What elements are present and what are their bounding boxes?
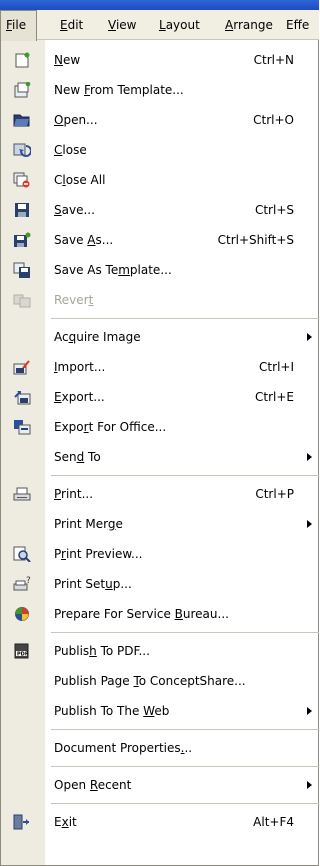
menu-item-document-properties[interactable]: Document Properties... <box>1 733 320 763</box>
menu-item-print-merge[interactable]: Print Merge <box>1 509 320 539</box>
import-icon <box>13 359 31 375</box>
menu-item-label: Print Merge <box>54 517 123 531</box>
service-bureau-icon <box>13 606 31 622</box>
menu-item-label: Save... <box>54 203 95 217</box>
menu-item-open[interactable]: Open... Ctrl+O <box>1 105 320 135</box>
menu-layout[interactable]: Layout <box>154 10 205 40</box>
menu-item-publish-to-pdf[interactable]: PDF Publish To PDF... <box>1 636 320 666</box>
menu-item-print[interactable]: Print... Ctrl+P <box>1 479 320 509</box>
menu-item-label: Import... <box>54 360 106 374</box>
menu-separator <box>51 766 319 767</box>
menu-item-label: New <box>54 53 81 67</box>
menu-item-label: Revert <box>54 293 94 307</box>
menu-item-acquire-image[interactable]: Acquire Image <box>1 322 320 352</box>
save-disk-icon <box>13 202 31 218</box>
menu-item-shortcut: Ctrl+O <box>253 113 294 127</box>
menu-separator <box>51 803 319 804</box>
save-as-template-icon <box>13 262 31 278</box>
submenu-arrow-icon <box>307 333 312 341</box>
menu-edit[interactable]: Edit <box>55 10 88 40</box>
file-menu-dropdown: New Ctrl+N New From Template... Open... Ctrl… <box>0 40 319 866</box>
printer-icon <box>13 486 31 502</box>
new-from-template-icon <box>13 81 31 98</box>
submenu-arrow-icon <box>307 707 312 715</box>
menu-item-label: Document Properties... <box>54 741 193 755</box>
menu-item-label: Print... <box>54 487 94 501</box>
menu-view[interactable]: View <box>103 10 141 40</box>
menu-item-send-to[interactable]: Send To <box>1 442 320 472</box>
svg-text:PDF: PDF <box>17 652 28 658</box>
menu-item-open-recent[interactable]: Open Recent <box>1 770 320 800</box>
print-setup-icon: ? <box>13 576 31 592</box>
menu-item-print-preview[interactable]: Print Preview... <box>1 539 320 569</box>
menu-item-label: Publish To The Web <box>54 704 170 718</box>
window-title-strip <box>0 0 319 10</box>
menu-item-publish-page-to-conceptshare[interactable]: Publish Page To ConceptShare... <box>1 666 320 696</box>
menu-item-label: Save As Template... <box>54 263 172 277</box>
menu-item-save-as-template[interactable]: Save As Template... <box>1 255 320 285</box>
menu-effects[interactable]: Effe <box>281 10 314 40</box>
menu-separator <box>51 632 319 633</box>
menu-item-shortcut: Alt+F4 <box>253 815 294 829</box>
menu-item-label: Exit <box>54 815 77 829</box>
menu-item-export[interactable]: Export... Ctrl+E <box>1 382 320 412</box>
menu-item-shortcut: Ctrl+P <box>255 487 294 501</box>
menu-item-label: Publish Page To ConceptShare... <box>54 674 246 688</box>
menu-item-close[interactable]: Close <box>1 135 320 165</box>
menu-item-exit[interactable]: Exit Alt+F4 <box>1 807 320 837</box>
menu-item-export-for-office[interactable]: Export For Office... <box>1 412 320 442</box>
menu-item-label: Open... <box>54 113 98 127</box>
menu-item-label: Print Setup... <box>54 577 132 591</box>
menu-item-label: Acquire Image <box>54 330 141 344</box>
menu-item-revert[interactable]: Revert <box>1 285 320 315</box>
menu-item-save-as[interactable]: Save As... Ctrl+Shift+S <box>1 225 320 255</box>
menu-file[interactable]: File <box>0 10 37 41</box>
menu-item-label: Save As... <box>54 233 114 247</box>
revert-icon <box>13 292 31 308</box>
submenu-arrow-icon <box>307 453 312 461</box>
menu-item-label: Close All <box>54 173 106 187</box>
menu-bar: File Edit View Layout Arrange Effe <box>0 10 319 41</box>
menu-item-label: New From Template... <box>54 83 184 97</box>
menu-arrange[interactable]: Arrange <box>220 10 278 40</box>
menu-item-shortcut: Ctrl+N <box>253 53 294 67</box>
menu-item-new[interactable]: New Ctrl+N <box>1 45 320 75</box>
menu-item-shortcut: Ctrl+Shift+S <box>217 233 294 247</box>
save-as-icon <box>13 232 31 248</box>
menu-item-shortcut: Ctrl+S <box>254 203 294 217</box>
menu-separator <box>51 475 319 476</box>
menu-item-import[interactable]: Import... Ctrl+I <box>1 352 320 382</box>
menu-item-label: Publish To PDF... <box>54 644 150 658</box>
menu-item-new-from-template[interactable]: New From Template... <box>1 75 320 105</box>
pdf-icon: PDF <box>13 643 31 659</box>
menu-item-label: Open Recent <box>54 778 132 792</box>
menu-item-label: Export For Office... <box>54 420 167 434</box>
menu-separator <box>51 318 319 319</box>
submenu-arrow-icon <box>307 781 312 789</box>
menu-item-shortcut: Ctrl+E <box>255 390 294 404</box>
svg-text:?: ? <box>26 576 31 586</box>
menu-item-label: Send To <box>54 450 101 464</box>
menu-item-save[interactable]: Save... Ctrl+S <box>1 195 320 225</box>
export-icon <box>13 389 31 405</box>
menu-item-label: Close <box>54 143 87 157</box>
export-for-office-icon <box>13 419 31 435</box>
menu-separator <box>51 729 319 730</box>
menu-item-publish-to-the-web[interactable]: Publish To The Web <box>1 696 320 726</box>
menu-item-label: Print Preview... <box>54 547 143 561</box>
close-document-icon <box>13 142 32 158</box>
open-folder-icon <box>13 112 31 128</box>
exit-icon <box>13 814 31 830</box>
menu-item-prepare-for-service-bureau[interactable]: Prepare For Service Bureau... <box>1 599 320 629</box>
close-all-icon <box>13 172 31 188</box>
menu-item-label: Export... <box>54 390 105 404</box>
new-document-icon <box>13 52 31 68</box>
menu-item-shortcut: Ctrl+I <box>259 360 294 374</box>
menu-item-label: Prepare For Service Bureau... <box>54 607 229 621</box>
print-preview-icon <box>13 546 31 563</box>
menu-item-print-setup[interactable]: ? Print Setup... <box>1 569 320 599</box>
menu-item-close-all[interactable]: Close All <box>1 165 320 195</box>
submenu-arrow-icon <box>307 520 312 528</box>
